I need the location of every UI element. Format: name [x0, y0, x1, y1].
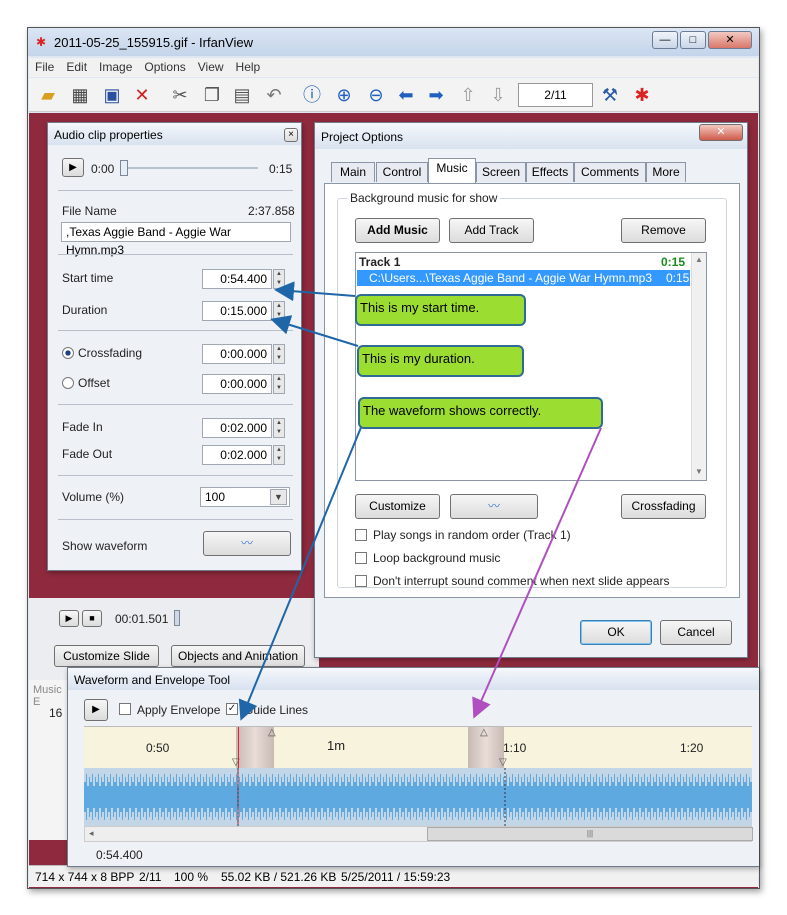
callout-waveform: The waveform shows correctly.: [358, 397, 603, 429]
start-time-arrow: [274, 281, 356, 302]
waveform-blue-arrow: [238, 424, 363, 721]
waveform-purple-arrow: [472, 427, 602, 719]
annotation-arrows: [238, 281, 602, 721]
duration-arrow: [270, 315, 359, 347]
callout-start-time: This is my start time.: [355, 294, 526, 326]
callout-duration: This is my duration.: [357, 345, 524, 377]
